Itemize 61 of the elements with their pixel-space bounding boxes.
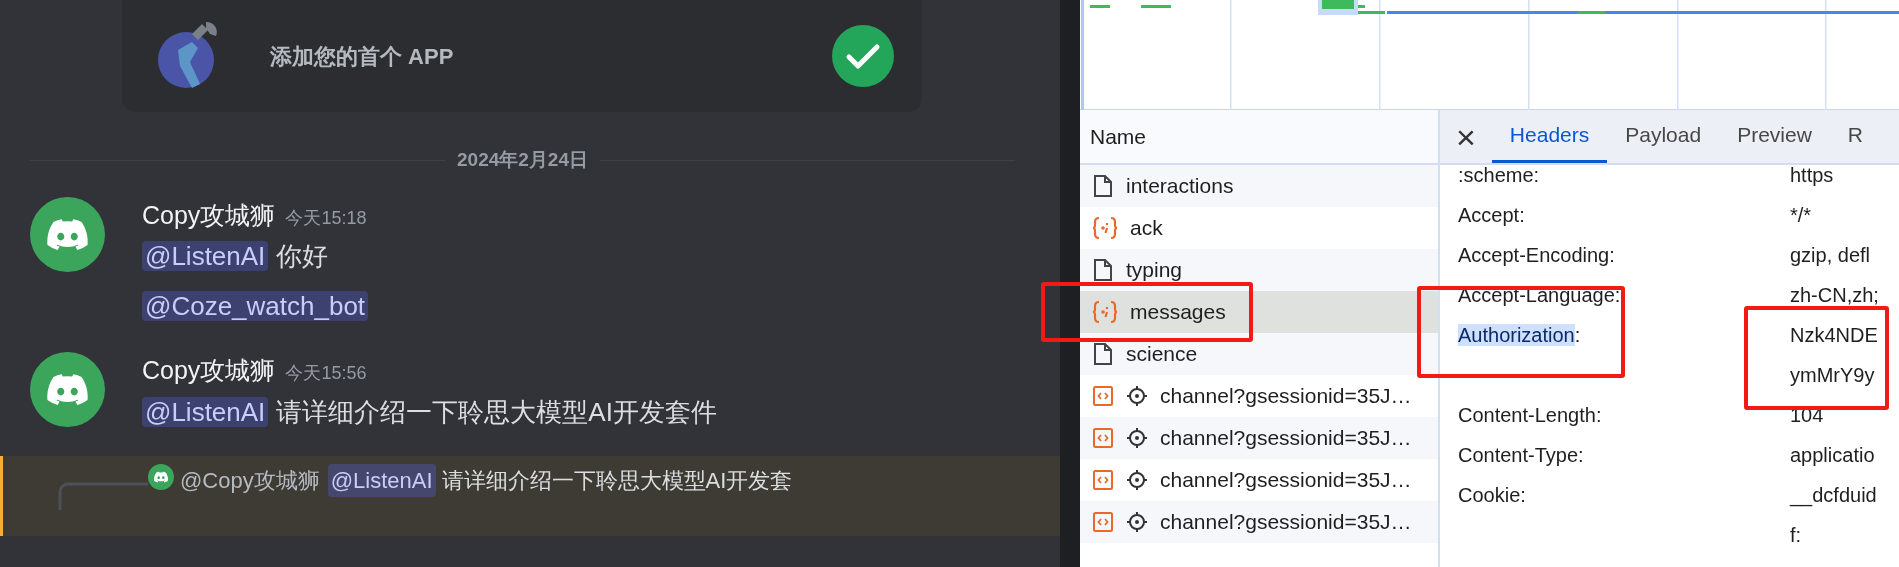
- mention-link[interactable]: @ListenAI: [142, 396, 269, 427]
- header-colon: :: [1574, 324, 1581, 346]
- script-icon: [1092, 384, 1114, 408]
- header-name: Accept-Encoding:: [1458, 244, 1615, 266]
- avatar: [148, 463, 174, 490]
- header-value: zh-CN,zh;: [1790, 283, 1879, 308]
- header-name: Content-Length:: [1458, 404, 1602, 426]
- panel-tab[interactable]: Preview: [1719, 110, 1830, 163]
- timestamp: 今天15:56: [285, 363, 367, 383]
- gear-icon: [1126, 469, 1148, 491]
- header-name: Accept:: [1458, 204, 1525, 226]
- request-row[interactable]: messages: [1080, 291, 1438, 333]
- gear-icon: [1126, 385, 1148, 407]
- close-button[interactable]: ×: [1440, 110, 1492, 163]
- script-icon: [1092, 510, 1114, 534]
- gear-icon: [1126, 427, 1148, 449]
- mention-link[interactable]: @Coze_watch_bot: [142, 291, 369, 321]
- request-row[interactable]: science: [1080, 333, 1438, 375]
- request-row[interactable]: channel?gsessionid=35J…: [1080, 417, 1438, 459]
- gear-icon: [1126, 511, 1148, 533]
- header-name: Cookie:: [1458, 484, 1526, 506]
- document-icon: [1092, 174, 1114, 198]
- request-row[interactable]: channel?gsessionid=35J…: [1080, 501, 1438, 543]
- panel-tab[interactable]: Payload: [1607, 110, 1720, 163]
- request-row[interactable]: interactions: [1080, 165, 1438, 207]
- request-row[interactable]: typing: [1080, 249, 1438, 291]
- message-text: 请详细介绍一下聆思大模型AI开发套件: [276, 396, 717, 427]
- fetch-icon: [1092, 300, 1118, 324]
- reply-text: 请详细介绍一下聆思大模型AI开发套: [441, 466, 793, 495]
- message-text: 你好: [276, 241, 329, 271]
- header-value: applicatio: [1790, 443, 1875, 468]
- header-name: Content-Type:: [1458, 444, 1584, 466]
- panel-tab[interactable]: Headers: [1491, 110, 1608, 163]
- panel-tab[interactable]: R: [1829, 110, 1881, 163]
- app-card-title: 添加您的首个 APP: [270, 42, 454, 71]
- header-value: gzip, defl: [1790, 243, 1871, 268]
- script-icon: [1092, 468, 1114, 492]
- reply-author[interactable]: @Copy攻城狮: [180, 463, 320, 497]
- timestamp: 今天15:18: [285, 207, 367, 228]
- request-row[interactable]: ack: [1080, 207, 1438, 249]
- author-name[interactable]: Copy攻城狮: [142, 356, 276, 384]
- mention-link[interactable]: @ListenAI: [327, 463, 436, 497]
- header-value: f:: [1790, 523, 1803, 548]
- fetch-icon: [1092, 216, 1118, 240]
- script-icon: [1092, 426, 1114, 450]
- document-icon: [1092, 342, 1114, 366]
- header-name: Authorization: [1458, 324, 1575, 346]
- header-value: __dcfduid: [1790, 483, 1877, 509]
- header-value: ymMrY9y: [1790, 363, 1876, 388]
- header-value: Nzk4NDE: [1790, 323, 1878, 348]
- header-value: */*: [1790, 203, 1812, 228]
- author-name[interactable]: Copy攻城狮: [142, 200, 276, 229]
- date-divider: 2024年2月24日: [456, 148, 589, 172]
- document-icon: [1092, 258, 1114, 282]
- column-header[interactable]: Name: [1080, 110, 1438, 165]
- request-row[interactable]: channel?gsessionid=35J…: [1080, 375, 1438, 417]
- mention-link[interactable]: @ListenAI: [142, 241, 269, 271]
- header-name: :scheme:: [1458, 164, 1540, 186]
- header-name: Accept-Language:: [1458, 284, 1621, 306]
- header-value: https: [1790, 163, 1834, 188]
- request-row[interactable]: channel?gsessionid=35J…: [1080, 459, 1438, 501]
